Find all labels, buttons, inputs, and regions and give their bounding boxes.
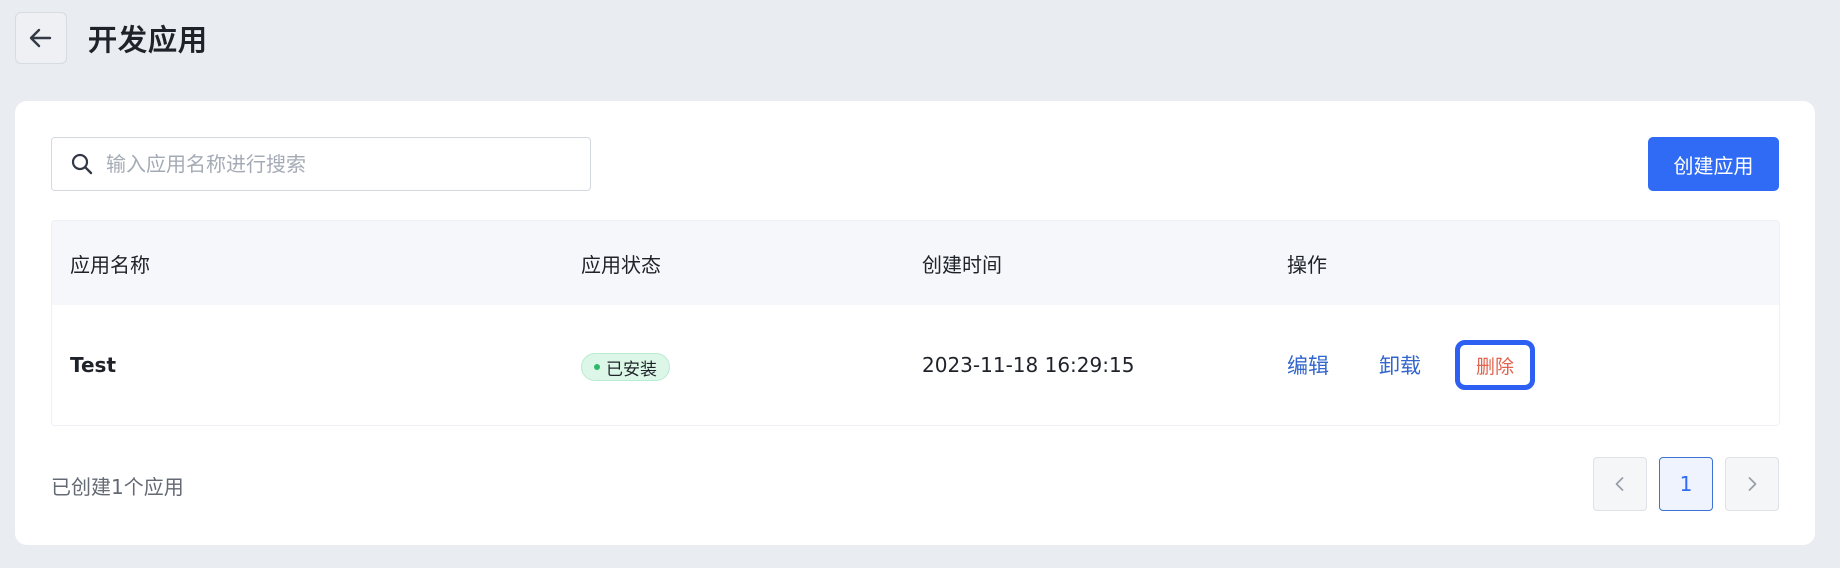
- delete-button[interactable]: 删除: [1455, 340, 1535, 390]
- prev-page-button[interactable]: [1593, 457, 1647, 511]
- app-count-text: 已创建1个应用: [51, 475, 184, 499]
- create-app-button[interactable]: 创建应用: [1648, 137, 1779, 191]
- arrow-left-icon: [28, 25, 54, 51]
- column-header-status: 应用状态: [581, 252, 661, 277]
- page-number-button[interactable]: 1: [1659, 457, 1713, 511]
- apps-card: 创建应用 应用名称 应用状态 创建时间 操作 Test 已安装: [15, 101, 1815, 545]
- uninstall-link[interactable]: 卸载: [1379, 350, 1421, 380]
- search-box[interactable]: [51, 137, 591, 191]
- table-header: 应用名称 应用状态 创建时间 操作: [52, 221, 1779, 305]
- status-label: 已安装: [606, 359, 657, 380]
- row-actions: 编辑 卸载 删除: [1287, 305, 1587, 425]
- chevron-left-icon: [1612, 476, 1628, 492]
- column-header-actions: 操作: [1287, 252, 1327, 277]
- column-header-created-time: 创建时间: [922, 252, 1002, 277]
- table-row: Test 已安装 2023-11-18 16:29:15 编辑 卸载 删除: [52, 305, 1779, 425]
- back-button[interactable]: [15, 12, 67, 64]
- chevron-right-icon: [1744, 476, 1760, 492]
- column-header-name: 应用名称: [70, 252, 150, 277]
- status-badge: 已安装: [581, 353, 670, 381]
- page-title: 开发应用: [88, 23, 209, 57]
- pagination: 1: [1593, 457, 1779, 511]
- created-time: 2023-11-18 16:29:15: [922, 353, 1135, 377]
- next-page-button[interactable]: [1725, 457, 1779, 511]
- edit-link[interactable]: 编辑: [1287, 350, 1329, 380]
- apps-table: 应用名称 应用状态 创建时间 操作 Test 已安装 2023-11-18 16…: [51, 220, 1780, 426]
- page-header: 开发应用: [15, 11, 208, 65]
- search-input[interactable]: [106, 138, 590, 190]
- search-icon: [70, 152, 94, 176]
- app-name: Test: [70, 353, 117, 377]
- status-dot-icon: [594, 364, 600, 370]
